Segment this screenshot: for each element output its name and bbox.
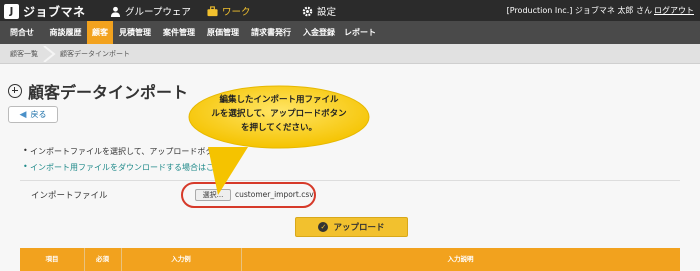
import-file-label: インポートファイル: [31, 191, 108, 201]
menu-estimate[interactable]: 見積管理: [113, 21, 157, 44]
topnav-settings[interactable]: 設定: [302, 4, 336, 18]
callout-text: 編集したインポート用ファイル ルを選択して、アップロードボタン を押してください…: [188, 93, 370, 135]
menu-inquiry[interactable]: 問合せ: [0, 21, 44, 44]
instruction-select-file: インポートファイルを選択して、アップロードボタ: [23, 146, 213, 157]
breadcrumb-current: 顧客データインポート: [60, 50, 130, 58]
th-required: 必須: [96, 255, 109, 263]
topnav-settings-label: 設定: [317, 7, 337, 18]
upload-button[interactable]: ✓ アップロード: [295, 217, 408, 237]
menu-report[interactable]: レポート: [341, 21, 379, 44]
topnav-work-label: ワーク: [222, 7, 251, 18]
breadcrumb: 顧客一覧 顧客データインポート: [0, 44, 700, 64]
menu-cost[interactable]: 原価管理: [201, 21, 245, 44]
user-info: [Production Inc.] ジョブマネ 太郎 さん: [506, 6, 652, 15]
callout-line-2: ルを選択して、アップロードボタン: [211, 109, 347, 119]
top-bar: J ジョブマネ グループウェア ワーク 設定 [Production Inc.]…: [0, 0, 700, 21]
back-button[interactable]: ◀ 戻る: [8, 106, 58, 123]
main-menu: 問合せ 商談履歴 顧客 見積管理 案件管理 原価管理 請求書発行 入金登録 レポ…: [0, 21, 700, 44]
th-item: 項目: [45, 255, 59, 263]
callout-bubble: 編集したインポート用ファイル ルを選択して、アップロードボタン を押してください…: [188, 85, 370, 195]
menu-deal-history[interactable]: 商談履歴: [44, 21, 87, 44]
topnav-work[interactable]: ワーク: [207, 4, 251, 18]
menu-payment[interactable]: 入金登録: [297, 21, 341, 44]
upload-button-label: アップロード: [333, 223, 385, 233]
menu-invoice[interactable]: 請求書発行: [245, 21, 297, 44]
callout-line-3: を押してください。: [241, 123, 317, 133]
topnav-groupware[interactable]: グループウェア: [110, 4, 191, 18]
import-fields-table-header: 項目 必須 入力例 入力説明: [20, 248, 680, 271]
brand-name: ジョブマネ: [23, 5, 86, 19]
page-header: 顧客データインポート: [8, 79, 188, 103]
th-description: 入力説明: [447, 255, 474, 263]
logout-link[interactable]: ログアウト: [654, 5, 694, 16]
callout-line-1: 編集したインポート用ファイル: [219, 95, 339, 105]
back-button-label: 戻る: [30, 110, 47, 119]
brand-logo-icon: J: [4, 4, 19, 19]
gear-icon: [302, 6, 313, 16]
brand[interactable]: J ジョブマネ: [4, 3, 86, 20]
page-title: 顧客データインポート: [28, 83, 189, 102]
menu-customer[interactable]: 顧客: [87, 21, 113, 44]
topnav-groupware-label: グループウェア: [125, 7, 191, 18]
plus-circle-icon: [8, 84, 22, 98]
th-example: 入力例: [171, 255, 191, 263]
breadcrumb-customer-list[interactable]: 顧客一覧: [10, 49, 38, 59]
briefcase-icon: [207, 5, 218, 16]
menu-project[interactable]: 案件管理: [157, 21, 201, 44]
check-circle-icon: ✓: [318, 222, 329, 232]
breadcrumb-separator-icon: [43, 46, 56, 62]
back-arrow-icon: ◀: [19, 109, 27, 120]
user-icon: [110, 6, 121, 17]
